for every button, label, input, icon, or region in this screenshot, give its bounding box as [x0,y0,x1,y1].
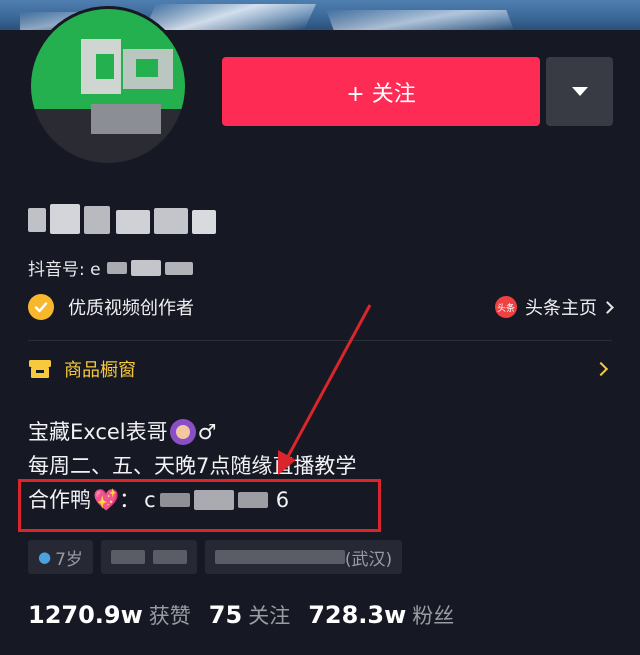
blur-block [214,550,345,564]
verify-label: 优质视频创作者 [68,298,194,319]
nickname-blurred [28,198,218,238]
school-location-label: (武汉) [344,549,393,570]
blur-block [154,208,188,234]
blur-block [116,210,150,234]
avatar[interactable] [28,6,188,166]
likes-stat[interactable]: 1270.9w 获赞 [28,600,191,630]
age-label: 7岁 [55,549,83,570]
school-tag: (武汉) [204,540,403,574]
likes-count: 1270.9w [28,601,143,629]
bio-line: 宝藏Excel表哥 ♂ [28,415,356,449]
verified-creator-badge: 优质视频创作者 [28,292,194,322]
bio-text: 宝藏Excel表哥 [28,420,168,444]
following-label: 关注 [248,604,291,628]
douyin-id: 抖音号: e [28,255,195,280]
bio-line: 每周二、五、天晚7点随缘直播教学 [28,449,356,483]
toutiao-homepage-link[interactable]: 头条 头条主页 [495,292,614,322]
followers-stat[interactable]: 728.3w 粉丝 [308,600,454,630]
annotation-box [18,479,381,532]
follow-button[interactable]: + 关注 [222,57,540,126]
shop-label: 商品橱窗 [64,360,136,381]
profile-stats: 1270.9w 获赞 75 关注 728.3w 粉丝 [28,600,454,630]
douyin-id-blurred [106,259,195,276]
toutiao-icon: 头条 [495,296,517,318]
chevron-right-icon[interactable] [593,361,609,377]
location-tag [100,540,197,574]
person-emoji-icon [169,419,196,445]
following-count: 75 [208,601,243,629]
blur-block [152,550,187,564]
person-icon: ● [38,548,52,566]
blur-block [28,208,46,232]
followers-count: 728.3w [308,601,407,629]
chevron-right-icon [601,300,614,314]
following-stat[interactable]: 75 关注 [209,600,290,630]
bio-text: 每周二、五、天晚7点随缘直播教学 [28,454,357,478]
blur-block [84,206,110,234]
male-symbol: ♂ [197,420,217,444]
storefront-icon [29,360,51,378]
age-tag: ● 7岁 [28,540,93,574]
avatar-pixel [96,54,114,79]
banner-snow [326,10,514,30]
blur-block [50,204,80,234]
shop-window-link[interactable]: 商品橱窗 [28,355,136,383]
douyin-id-label: 抖音号: e [28,260,101,280]
followers-label: 粉丝 [412,604,455,628]
dropdown-triangle-icon [571,87,588,96]
toutiao-label: 头条主页 [525,298,597,319]
blur-block [110,550,145,564]
divider [28,340,612,341]
avatar-pixel [91,104,161,134]
likes-label: 获赞 [148,604,191,628]
profile-tags: ● 7岁 (武汉) [28,540,403,574]
more-options-button[interactable] [546,57,613,126]
blur-block [192,210,216,234]
avatar-pixel [136,59,158,77]
check-circle-icon [28,294,54,320]
